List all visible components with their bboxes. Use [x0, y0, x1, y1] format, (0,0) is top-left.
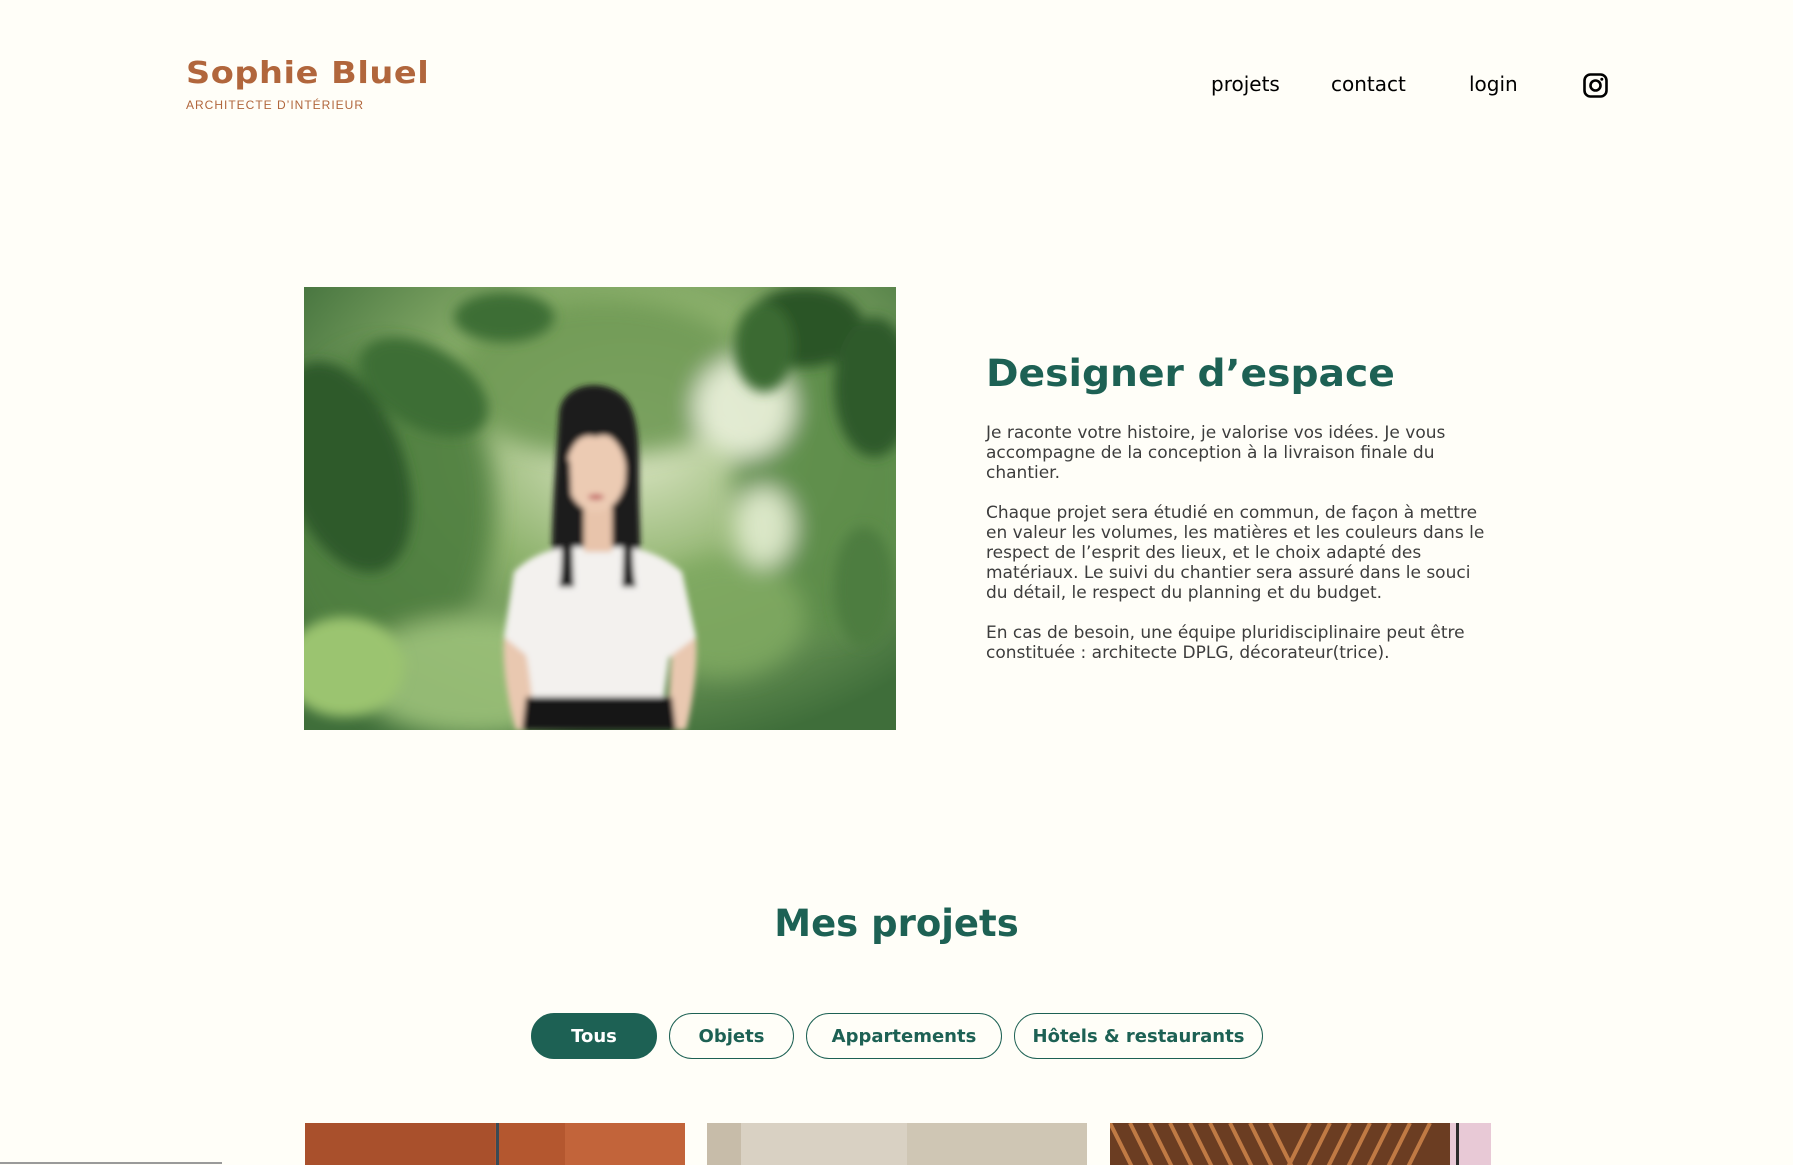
- intro-text: Je raconte votre histoire, je valorise v…: [986, 423, 1496, 683]
- logo[interactable]: Sophie Bluel ARCHITECTE D’INTÉRIEUR: [186, 56, 429, 112]
- gallery-item-image[interactable]: [707, 1123, 1087, 1165]
- scroll-indicator: [0, 1162, 222, 1164]
- nav-link-login[interactable]: login: [1469, 72, 1518, 96]
- nav-link-projets[interactable]: projets: [1211, 72, 1280, 96]
- intro-paragraph-2: Chaque projet sera étudié en commun, de …: [986, 503, 1485, 603]
- instagram-icon[interactable]: [1583, 73, 1608, 98]
- projects-title: Mes projets: [774, 902, 1019, 945]
- filter-button-hotels-restaurants[interactable]: Hôtels & restaurants: [1014, 1013, 1263, 1059]
- filter-button-appartements[interactable]: Appartements: [806, 1013, 1002, 1059]
- intro-paragraph-1: Je raconte votre histoire, je valorise v…: [986, 423, 1446, 483]
- intro-paragraph-3: En cas de besoin, une équipe pluridiscip…: [986, 623, 1465, 663]
- filter-button-objets[interactable]: Objets: [669, 1013, 794, 1059]
- sophie-bluel-portrait: [304, 287, 896, 730]
- logo-name: Sophie Bluel: [186, 56, 430, 91]
- nav-link-contact[interactable]: contact: [1331, 72, 1406, 96]
- intro-title: Designer d’espace: [986, 352, 1395, 395]
- gallery-item-image[interactable]: [305, 1123, 685, 1165]
- logo-subtitle: ARCHITECTE D’INTÉRIEUR: [186, 98, 365, 112]
- gallery-item-image[interactable]: [1110, 1123, 1491, 1165]
- filter-button-tous[interactable]: Tous: [531, 1013, 657, 1059]
